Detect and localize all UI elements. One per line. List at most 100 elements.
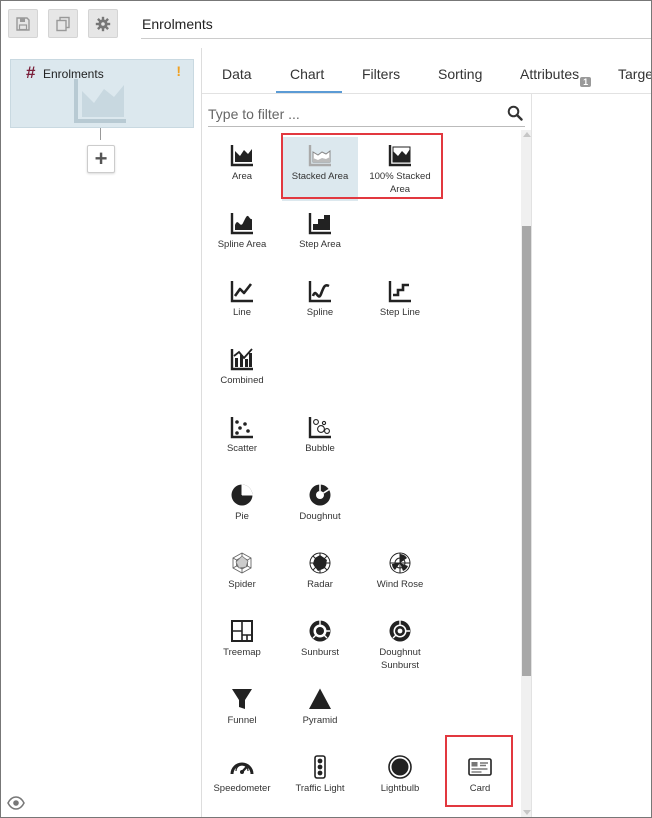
chart-option-label: Spline (306, 307, 334, 318)
chart-option-label: Line (233, 307, 251, 318)
bubble-chart-icon (308, 417, 331, 439)
gear-icon (95, 16, 111, 31)
dataset-node[interactable]: # Enrolments ! (10, 59, 194, 128)
chart-option-sunburst[interactable]: Sunburst (282, 613, 358, 677)
chart-option-doughnut-sunburst[interactable]: Doughnut Sunburst (362, 613, 438, 677)
chart-option-label: Wind Rose (376, 579, 424, 590)
chart-option-label: Scatter (226, 443, 258, 454)
node-label: Enrolments (43, 67, 104, 81)
chart-option-stacked-area[interactable]: Stacked Area (282, 137, 358, 201)
chart-filter-input[interactable] (208, 104, 498, 124)
chart-option-bubble[interactable]: Bubble (282, 409, 358, 473)
chart-option-stacked-area-100[interactable]: 100% Stacked Area (362, 137, 438, 201)
eye-icon[interactable] (7, 796, 25, 810)
chart-filter (208, 102, 525, 127)
chart-option-label: Pie (235, 511, 249, 522)
pie-chart-icon (231, 484, 253, 506)
scroll-up-icon[interactable] (523, 132, 531, 137)
warning-icon: ! (176, 63, 181, 79)
doughnut-chart-icon (309, 484, 331, 506)
document-title: Enrolments (142, 16, 213, 32)
chart-option-combined[interactable]: Combined (204, 341, 280, 405)
add-step-button[interactable]: + (87, 145, 115, 173)
chart-option-label: Speedometer (213, 783, 271, 794)
chart-option-treemap[interactable]: Treemap (204, 613, 280, 677)
chart-option-label: Spline Area (217, 239, 267, 250)
copy-icon (56, 16, 70, 31)
chart-list-scrollbar[interactable] (521, 130, 531, 817)
chart-option-scatter[interactable]: Scatter (204, 409, 280, 473)
chart-option-radar[interactable]: Radar (282, 545, 358, 609)
chart-option-label: Doughnut (299, 511, 341, 522)
scrollbar-thumb[interactable] (522, 226, 531, 676)
chart-option-pyramid[interactable]: Pyramid (282, 681, 358, 745)
tab-filters[interactable]: Filters (362, 66, 400, 82)
toolbar: Enrolments (1, 1, 651, 48)
chart-option-speedometer[interactable]: Speedometer (204, 749, 280, 813)
doughnut-sunburst-chart-icon (389, 620, 411, 642)
tab-attributes[interactable]: Attributes 1 (520, 66, 592, 87)
attributes-count-badge: 1 (580, 77, 592, 87)
area-chart-icon (230, 145, 253, 167)
card-chart-icon (468, 758, 492, 776)
chart-option-label: Lightbulb (380, 783, 420, 794)
flow-panel: # Enrolments ! + (1, 48, 202, 817)
step-area-chart-icon (308, 213, 331, 235)
spider-chart-icon (232, 552, 252, 574)
tab-bar: Data Chart Filters Sorting Attributes 1 T… (202, 48, 651, 94)
chart-option-label: 100% Stacked Area (369, 171, 431, 195)
node-connector (100, 128, 101, 140)
chart-type-picker: Area Stacked Area 100% Stacked Area Spline … (202, 94, 532, 817)
settings-button[interactable] (88, 9, 118, 38)
title-field[interactable]: Enrolments (141, 11, 651, 39)
plus-icon: + (94, 146, 108, 171)
hash-icon: # (26, 63, 36, 82)
chart-option-doughnut[interactable]: Doughnut (282, 477, 358, 541)
chart-option-funnel[interactable]: Funnel (204, 681, 280, 745)
chart-option-label: Bubble (305, 443, 335, 454)
stacked-area-chart-icon (308, 145, 331, 167)
chart-option-label: Doughnut Sunburst (379, 647, 421, 671)
copy-button[interactable] (48, 9, 78, 38)
area-chart-watermark-icon (74, 79, 126, 123)
chart-option-area[interactable]: Area (204, 137, 280, 201)
tab-sorting[interactable]: Sorting (438, 66, 482, 82)
scatter-chart-icon (230, 417, 253, 439)
traffic-light-chart-icon (314, 755, 326, 779)
chart-option-step-area[interactable]: Step Area (282, 205, 358, 269)
tab-data[interactable]: Data (222, 66, 252, 82)
funnel-chart-icon (232, 689, 252, 709)
lightbulb-chart-icon (388, 755, 412, 779)
active-tab-indicator (276, 91, 342, 93)
tab-chart[interactable]: Chart (290, 66, 324, 82)
chart-option-traffic-light[interactable]: Traffic Light (282, 749, 358, 813)
search-icon[interactable] (507, 105, 523, 121)
chart-option-wind-rose[interactable]: Wind Rose (362, 545, 438, 609)
chart-option-label: Combined (220, 375, 264, 386)
chart-option-label: Sunburst (300, 647, 340, 658)
speedometer-chart-icon (230, 762, 254, 775)
chart-option-card[interactable]: Card (442, 749, 518, 813)
chart-option-step-line[interactable]: Step Line (362, 273, 438, 337)
wind-rose-chart-icon (389, 552, 411, 574)
radar-chart-icon (309, 552, 331, 574)
chart-option-spider[interactable]: Spider (204, 545, 280, 609)
tab-targets[interactable]: Targe (618, 66, 651, 82)
combined-chart-icon (230, 348, 253, 371)
save-button[interactable] (8, 9, 38, 38)
chart-option-label: Step Area (299, 239, 341, 250)
chart-option-spline-area[interactable]: Spline Area (204, 205, 280, 269)
line-chart-icon (230, 281, 253, 303)
chart-option-lightbulb[interactable]: Lightbulb (362, 749, 438, 813)
chart-option-pie[interactable]: Pie (204, 477, 280, 541)
chart-option-label: Treemap (223, 647, 261, 658)
chart-option-label: Step Line (379, 307, 421, 318)
step-line-chart-icon (388, 281, 411, 303)
spline-area-chart-icon (230, 213, 253, 235)
chart-option-spline[interactable]: Spline (282, 273, 358, 337)
chart-option-label: Pyramid (302, 715, 338, 726)
scroll-down-icon[interactable] (523, 810, 531, 815)
chart-option-label: Stacked Area (291, 171, 349, 182)
pyramid-chart-icon (309, 688, 331, 709)
chart-option-line[interactable]: Line (204, 273, 280, 337)
